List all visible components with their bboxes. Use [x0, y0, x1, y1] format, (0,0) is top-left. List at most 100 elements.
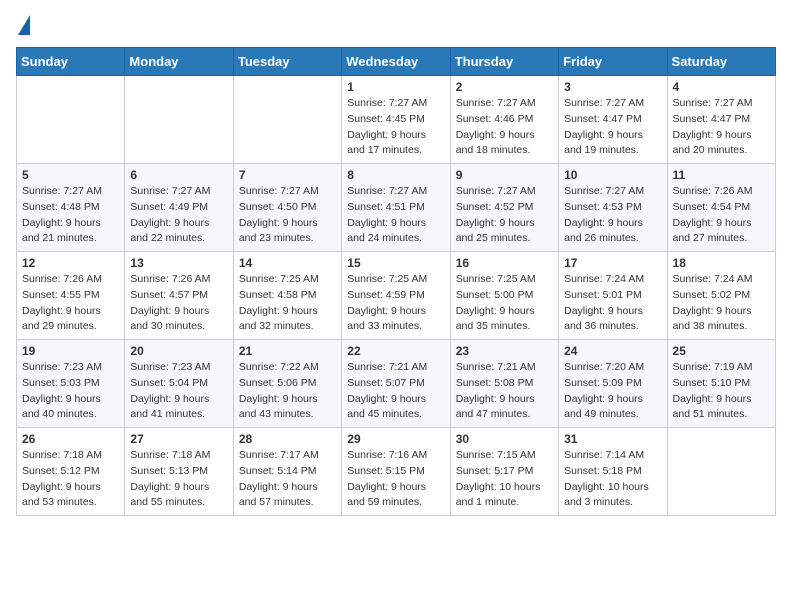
day-info: Sunrise: 7:14 AM Sunset: 5:18 PM Dayligh…	[564, 448, 661, 511]
day-number: 5	[22, 168, 119, 182]
day-number: 1	[347, 80, 444, 94]
page-header	[16, 16, 776, 37]
day-number: 27	[130, 432, 227, 446]
calendar-cell: 3Sunrise: 7:27 AM Sunset: 4:47 PM Daylig…	[559, 76, 667, 164]
calendar-header-row: SundayMondayTuesdayWednesdayThursdayFrid…	[17, 48, 776, 76]
day-number: 24	[564, 344, 661, 358]
day-number: 4	[673, 80, 770, 94]
day-info: Sunrise: 7:26 AM Sunset: 4:54 PM Dayligh…	[673, 184, 770, 247]
day-number: 20	[130, 344, 227, 358]
calendar-cell: 2 Sunrise: 7:27 AM Sunset: 4:46 PM Daylig…	[450, 76, 558, 164]
day-number: 25	[673, 344, 770, 358]
calendar-cell: 17 Sunrise: 7:24 AM Sunset: 5:01 PM Dayli…	[559, 252, 667, 340]
day-info: Sunrise: 7:27 AM Sunset: 4:53 PM Dayligh…	[564, 184, 661, 247]
day-number: 7	[239, 168, 336, 182]
calendar-cell: 9 Sunrise: 7:27 AM Sunset: 4:52 PM Daylig…	[450, 164, 558, 252]
calendar-cell: 21 Sunrise: 7:22 AM Sunset: 5:06 PM Dayli…	[233, 340, 341, 428]
day-info: Sunrise: 7:21 AM Sunset: 5:07 PM Dayligh…	[347, 360, 444, 423]
day-number: 8	[347, 168, 444, 182]
day-info: Sunrise: 7:23 AM Sunset: 5:04 PM Dayligh…	[130, 360, 227, 423]
calendar-cell: 23 Sunrise: 7:21 AM Sunset: 5:08 PM Dayli…	[450, 340, 558, 428]
calendar-cell	[233, 76, 341, 164]
column-header-saturday: Saturday	[667, 48, 775, 76]
day-number: 23	[456, 344, 553, 358]
day-number: 29	[347, 432, 444, 446]
calendar-week-row: 19Sunrise: 7:23 AM Sunset: 5:03 PM Dayli…	[17, 340, 776, 428]
calendar-cell: 28 Sunrise: 7:17 AM Sunset: 5:14 PM Dayli…	[233, 428, 341, 516]
calendar-cell: 26 Sunrise: 7:18 AM Sunset: 5:12 PM Dayli…	[17, 428, 125, 516]
day-info: Sunrise: 7:24 AM Sunset: 5:02 PM Dayligh…	[673, 272, 770, 335]
calendar-cell: 27 Sunrise: 7:18 AM Sunset: 5:13 PM Dayli…	[125, 428, 233, 516]
day-number: 21	[239, 344, 336, 358]
day-info: Sunrise: 7:18 AM Sunset: 5:12 PM Dayligh…	[22, 448, 119, 511]
calendar-cell: 25 Sunrise: 7:19 AM Sunset: 5:10 PM Dayli…	[667, 340, 775, 428]
column-header-wednesday: Wednesday	[342, 48, 450, 76]
calendar-cell: 6Sunrise: 7:27 AM Sunset: 4:49 PM Daylig…	[125, 164, 233, 252]
day-info: Sunrise: 7:27 AM Sunset: 4:46 PM Dayligh…	[456, 96, 553, 159]
calendar-table: SundayMondayTuesdayWednesdayThursdayFrid…	[16, 47, 776, 516]
calendar-cell: 10 Sunrise: 7:27 AM Sunset: 4:53 PM Dayli…	[559, 164, 667, 252]
calendar-cell: 16Sunrise: 7:25 AM Sunset: 5:00 PM Dayli…	[450, 252, 558, 340]
day-info: Sunrise: 7:22 AM Sunset: 5:06 PM Dayligh…	[239, 360, 336, 423]
day-info: Sunrise: 7:19 AM Sunset: 5:10 PM Dayligh…	[673, 360, 770, 423]
calendar-cell: 30 Sunrise: 7:15 AM Sunset: 5:17 PM Dayli…	[450, 428, 558, 516]
logo	[16, 16, 30, 37]
logo-triangle-icon	[18, 15, 30, 35]
day-info: Sunrise: 7:27 AM Sunset: 4:48 PM Dayligh…	[22, 184, 119, 247]
day-number: 14	[239, 256, 336, 270]
calendar-cell: 7Sunrise: 7:27 AM Sunset: 4:50 PM Daylig…	[233, 164, 341, 252]
calendar-cell: 22 Sunrise: 7:21 AM Sunset: 5:07 PM Dayli…	[342, 340, 450, 428]
calendar-cell: 8 Sunrise: 7:27 AM Sunset: 4:51 PM Daylig…	[342, 164, 450, 252]
day-number: 28	[239, 432, 336, 446]
day-info: Sunrise: 7:25 AM Sunset: 4:59 PM Dayligh…	[347, 272, 444, 335]
day-info: Sunrise: 7:18 AM Sunset: 5:13 PM Dayligh…	[130, 448, 227, 511]
calendar-cell: 29 Sunrise: 7:16 AM Sunset: 5:15 PM Dayli…	[342, 428, 450, 516]
day-info: Sunrise: 7:17 AM Sunset: 5:14 PM Dayligh…	[239, 448, 336, 511]
column-header-monday: Monday	[125, 48, 233, 76]
calendar-cell	[17, 76, 125, 164]
calendar-cell: 24 Sunrise: 7:20 AM Sunset: 5:09 PM Dayli…	[559, 340, 667, 428]
day-info: Sunrise: 7:25 AM Sunset: 4:58 PM Dayligh…	[239, 272, 336, 335]
day-number: 18	[673, 256, 770, 270]
day-info: Sunrise: 7:16 AM Sunset: 5:15 PM Dayligh…	[347, 448, 444, 511]
calendar-cell: 1 Sunrise: 7:27 AM Sunset: 4:45 PM Daylig…	[342, 76, 450, 164]
day-number: 11	[673, 168, 770, 182]
calendar-cell: 11 Sunrise: 7:26 AM Sunset: 4:54 PM Dayli…	[667, 164, 775, 252]
column-header-sunday: Sunday	[17, 48, 125, 76]
day-number: 17	[564, 256, 661, 270]
day-info: Sunrise: 7:27 AM Sunset: 4:51 PM Dayligh…	[347, 184, 444, 247]
day-number: 26	[22, 432, 119, 446]
calendar-cell: 18 Sunrise: 7:24 AM Sunset: 5:02 PM Dayli…	[667, 252, 775, 340]
column-header-tuesday: Tuesday	[233, 48, 341, 76]
calendar-cell: 13Sunrise: 7:26 AM Sunset: 4:57 PM Dayli…	[125, 252, 233, 340]
day-info: Sunrise: 7:27 AM Sunset: 4:47 PM Dayligh…	[673, 96, 770, 159]
day-number: 22	[347, 344, 444, 358]
calendar-cell: 19Sunrise: 7:23 AM Sunset: 5:03 PM Dayli…	[17, 340, 125, 428]
day-number: 30	[456, 432, 553, 446]
day-number: 12	[22, 256, 119, 270]
column-header-thursday: Thursday	[450, 48, 558, 76]
day-info: Sunrise: 7:26 AM Sunset: 4:57 PM Dayligh…	[130, 272, 227, 335]
calendar-week-row: 26 Sunrise: 7:18 AM Sunset: 5:12 PM Dayli…	[17, 428, 776, 516]
day-info: Sunrise: 7:24 AM Sunset: 5:01 PM Dayligh…	[564, 272, 661, 335]
calendar-week-row: 12 Sunrise: 7:26 AM Sunset: 4:55 PM Dayli…	[17, 252, 776, 340]
day-info: Sunrise: 7:21 AM Sunset: 5:08 PM Dayligh…	[456, 360, 553, 423]
day-info: Sunrise: 7:15 AM Sunset: 5:17 PM Dayligh…	[456, 448, 553, 511]
calendar-cell: 15 Sunrise: 7:25 AM Sunset: 4:59 PM Dayli…	[342, 252, 450, 340]
calendar-cell: 5 Sunrise: 7:27 AM Sunset: 4:48 PM Daylig…	[17, 164, 125, 252]
day-info: Sunrise: 7:26 AM Sunset: 4:55 PM Dayligh…	[22, 272, 119, 335]
day-info: Sunrise: 7:27 AM Sunset: 4:45 PM Dayligh…	[347, 96, 444, 159]
day-number: 6	[130, 168, 227, 182]
calendar-cell: 14 Sunrise: 7:25 AM Sunset: 4:58 PM Dayli…	[233, 252, 341, 340]
calendar-cell	[125, 76, 233, 164]
day-number: 9	[456, 168, 553, 182]
day-number: 15	[347, 256, 444, 270]
calendar-week-row: 1 Sunrise: 7:27 AM Sunset: 4:45 PM Daylig…	[17, 76, 776, 164]
day-number: 19	[22, 344, 119, 358]
day-info: Sunrise: 7:20 AM Sunset: 5:09 PM Dayligh…	[564, 360, 661, 423]
day-number: 3	[564, 80, 661, 94]
day-number: 10	[564, 168, 661, 182]
day-number: 2	[456, 80, 553, 94]
day-info: Sunrise: 7:27 AM Sunset: 4:52 PM Dayligh…	[456, 184, 553, 247]
calendar-week-row: 5 Sunrise: 7:27 AM Sunset: 4:48 PM Daylig…	[17, 164, 776, 252]
